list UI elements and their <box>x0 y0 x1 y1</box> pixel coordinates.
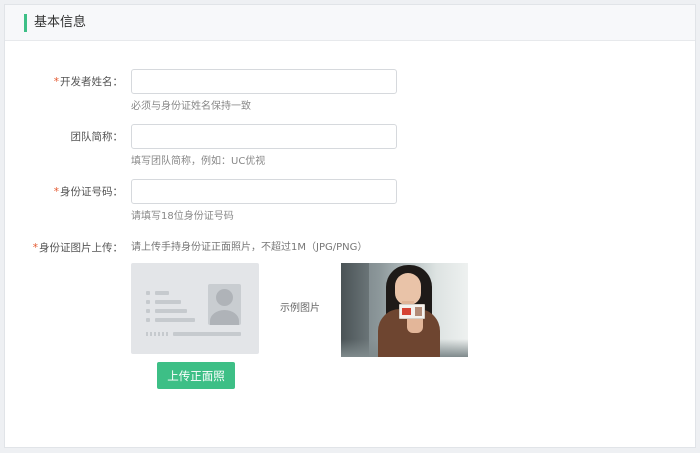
header-accent-bar <box>24 14 27 32</box>
panel-header: 基本信息 <box>5 5 695 41</box>
team-short-name-hint: 填写团队简称，例如：UC优视 <box>131 156 266 167</box>
upload-front-photo-button[interactable]: 上传正面照 <box>157 362 235 389</box>
developer-name-label-text: 开发者姓名： <box>60 76 123 88</box>
basic-info-panel: 基本信息 *开发者姓名： 必须与身份证姓名保持一致 团队简称： 填写团队简称，例… <box>4 4 696 448</box>
required-mark: * <box>53 76 59 88</box>
required-mark: * <box>53 186 59 198</box>
required-mark: * <box>32 242 38 254</box>
team-short-name-input[interactable] <box>131 124 397 149</box>
id-card-placeholder-icon <box>131 263 259 354</box>
team-short-name-label: 团队简称： <box>70 131 124 143</box>
id-photo-label: *身份证图片上传： <box>5 241 123 255</box>
developer-name-input[interactable] <box>131 69 397 94</box>
developer-name-label: *开发者姓名： <box>5 75 123 89</box>
held-id-card <box>399 304 425 319</box>
portrait-icon <box>208 284 241 325</box>
sample-photo <box>341 263 468 357</box>
id-number-input[interactable] <box>131 179 397 204</box>
developer-name-hint: 必须与身份证姓名保持一致 <box>131 101 251 112</box>
id-number-label: *身份证号码： <box>5 185 123 199</box>
id-photo-label-text: 身份证图片上传： <box>39 242 123 254</box>
id-photo-hint: 请上传手持身份证正面照片，不超过1M（JPG/PNG） <box>131 242 368 253</box>
id-number-hint: 请填写18位身份证号码 <box>131 211 234 222</box>
sample-image-label: 示例图片 <box>280 303 320 314</box>
section-title: 基本信息 <box>34 15 87 30</box>
id-number-label-text: 身份证号码： <box>60 186 123 198</box>
